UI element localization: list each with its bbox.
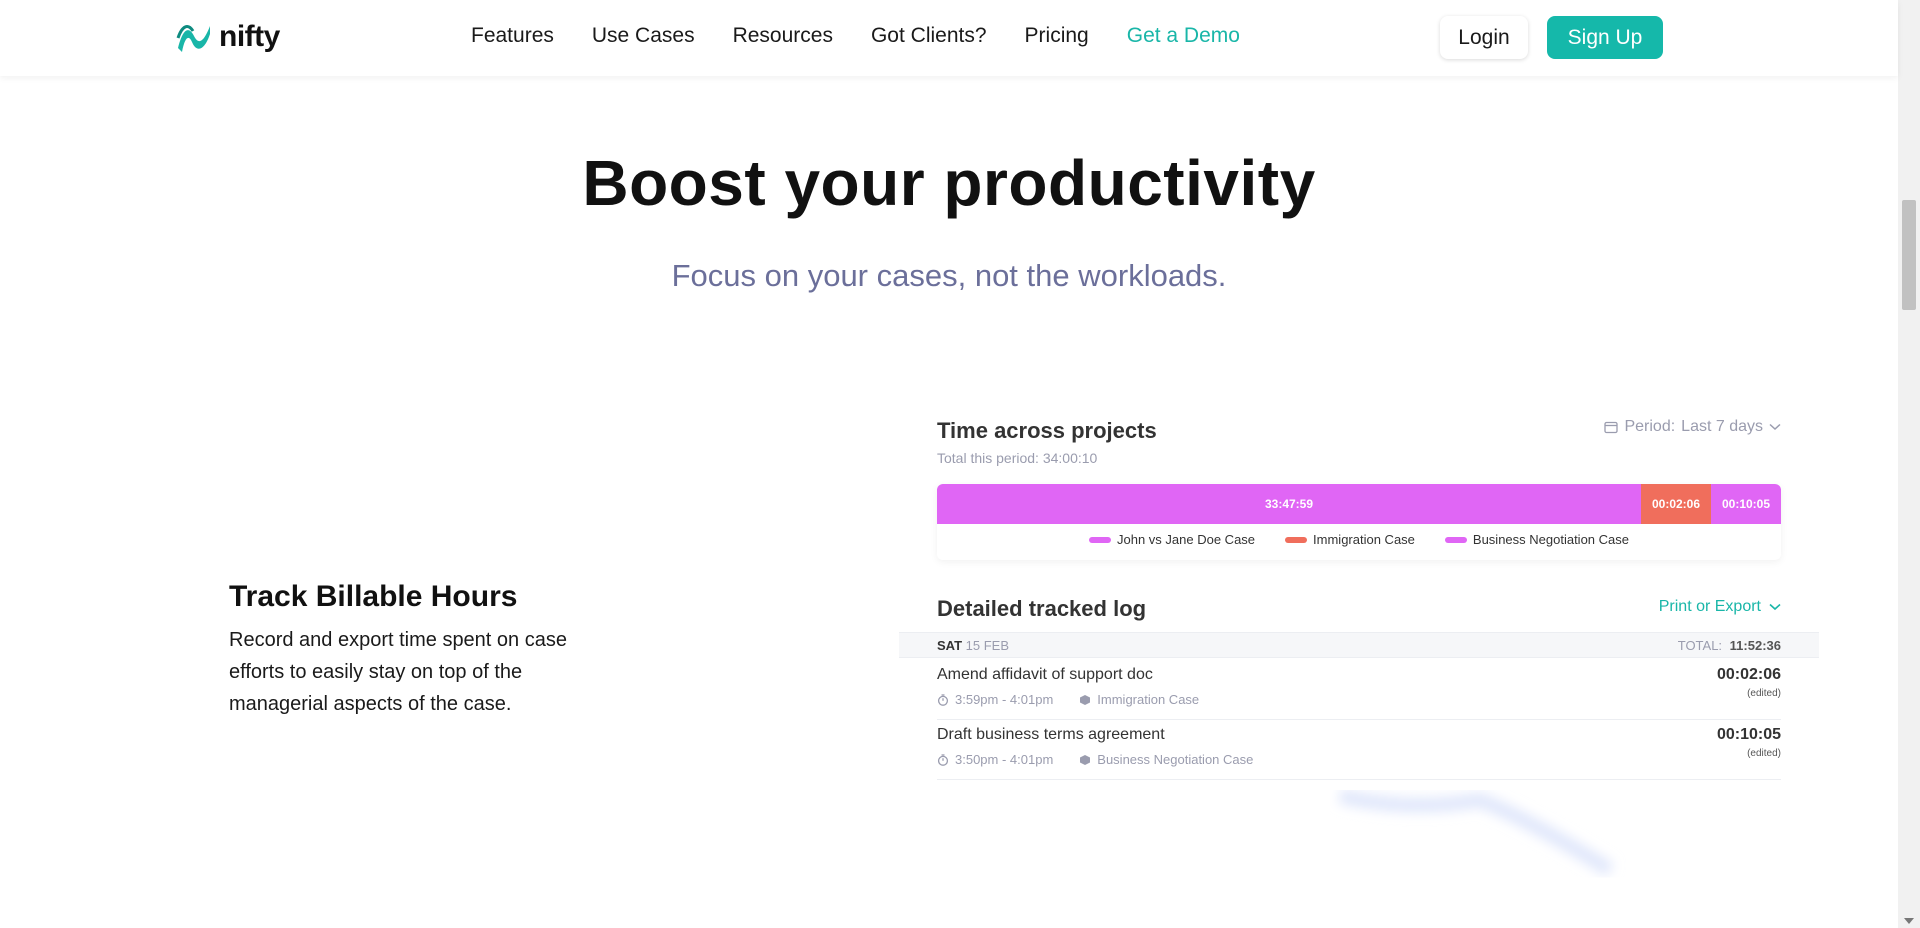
- period-label: Period:: [1624, 418, 1676, 435]
- legend-item: Business Negotiation Case: [1444, 532, 1629, 547]
- log-entry[interactable]: Amend affidavit of support doc 3:59pm - …: [937, 660, 1781, 720]
- chart-legend: John vs Jane Doe Case Immigration Case Bus…: [937, 532, 1781, 547]
- hero-subtitle: Focus on your cases, not the workloads.: [671, 258, 1227, 293]
- sign-up-button[interactable]: Sign Up: [1547, 16, 1663, 59]
- time-chart: 33:47:59 00:02:06 00:10:05 John vs Jane Do…: [937, 484, 1781, 560]
- decorative-shadow: [1338, 790, 1614, 876]
- legend-item: John vs Jane Doe Case: [1089, 532, 1255, 547]
- nifty-logo-icon: [176, 25, 210, 52]
- bar-segment-label: 33:47:59: [1264, 497, 1314, 511]
- period-selector[interactable]: Period: Last 7 days: [1604, 418, 1781, 436]
- day-weekday: SAT: [937, 638, 963, 653]
- scroll-down-arrow-icon[interactable]: [1904, 918, 1914, 924]
- feature-description: Record and export time spent on case eff…: [229, 629, 567, 715]
- day-label: SAT 15 FEB: [937, 638, 1009, 653]
- period-value: Last 7 days: [1681, 418, 1763, 435]
- export-label: Print or Export: [1658, 598, 1761, 615]
- print-or-export-button[interactable]: Print or Export: [1659, 598, 1781, 616]
- entry-title: Draft business terms agreement: [937, 726, 1165, 743]
- nav-get-a-demo[interactable]: Get a Demo: [1127, 24, 1240, 48]
- legend-label: Business Negotiation Case: [1472, 532, 1629, 547]
- logo[interactable]: nifty: [175, 18, 280, 56]
- nav-features[interactable]: Features: [471, 24, 554, 48]
- scrollbar-thumb[interactable]: [1902, 200, 1916, 310]
- day-total-label: TOTAL:: [1677, 638, 1723, 653]
- bar-segment: 33:47:59: [937, 484, 1641, 524]
- bar-segment-label: 00:10:05: [1721, 497, 1771, 511]
- entry-time: 3:50pm - 4:01pm: [955, 752, 1054, 767]
- page-scrollbar[interactable]: [1898, 0, 1920, 928]
- login-button[interactable]: Login: [1440, 16, 1528, 59]
- main-nav: Features Use Cases Resources Got Clients…: [471, 24, 1240, 48]
- day-total-value: 11:52:36: [1729, 638, 1781, 653]
- hero-title: Boost your productivity: [582, 147, 1316, 219]
- entry-title: Amend affidavit of support doc: [937, 666, 1153, 683]
- log-title: Detailed tracked log: [937, 596, 1147, 621]
- entry-duration: 00:02:06: [1716, 666, 1781, 683]
- legend-item: Immigration Case: [1285, 532, 1415, 547]
- nav-use-cases[interactable]: Use Cases: [592, 24, 695, 48]
- calendar-icon: [1604, 421, 1619, 434]
- feature-title: Track Billable Hours: [229, 580, 518, 613]
- day-date: 15 FEB: [965, 638, 1010, 653]
- stopwatch-icon: [937, 693, 949, 706]
- entry-duration: 00:10:05: [1716, 726, 1781, 743]
- bar-segment: 00:02:06: [1641, 484, 1711, 524]
- nav-got-clients[interactable]: Got Clients?: [871, 24, 987, 48]
- entry-edited-note: (edited): [1747, 748, 1781, 759]
- stacked-bar: 33:47:59 00:02:06 00:10:05: [937, 484, 1781, 524]
- stopwatch-icon: [937, 753, 949, 766]
- entry-meta: 3:59pm - 4:01pm Immigration Case: [937, 692, 1199, 707]
- nav-pricing[interactable]: Pricing: [1025, 24, 1089, 48]
- entry-meta: 3:50pm - 4:01pm Business Negotiation Cas…: [937, 752, 1253, 767]
- bar-segment: 00:10:05: [1711, 484, 1781, 524]
- entry-project: Business Negotiation Case: [1097, 752, 1254, 767]
- entry-project: Immigration Case: [1097, 692, 1200, 707]
- logo-text: nifty: [219, 20, 280, 53]
- day-total: TOTAL: 11:52:36: [1678, 638, 1781, 653]
- time-card-title: Time across projects: [937, 418, 1157, 443]
- legend-swatch: [1089, 536, 1111, 543]
- chevron-down-icon: [1769, 423, 1781, 431]
- nav-resources[interactable]: Resources: [733, 24, 833, 48]
- legend-swatch: [1285, 536, 1308, 543]
- cube-icon: [1080, 694, 1091, 705]
- period-total: Total this period: 34:00:10: [937, 450, 1098, 466]
- cube-icon: [1080, 754, 1091, 765]
- log-entry[interactable]: Draft business terms agreement 3:50pm - …: [937, 720, 1781, 780]
- legend-swatch: [1444, 536, 1467, 543]
- entry-edited-note: (edited): [1747, 688, 1781, 699]
- entry-time: 3:59pm - 4:01pm: [955, 692, 1054, 707]
- bar-segment-label: 00:02:06: [1651, 497, 1701, 511]
- top-nav-bar: nifty Features Use Cases Resources Got C…: [0, 0, 1898, 76]
- day-header-row: SAT 15 FEB TOTAL: 11:52:36: [899, 632, 1819, 658]
- chevron-down-icon: [1769, 603, 1781, 611]
- legend-label: Immigration Case: [1313, 532, 1415, 547]
- legend-label: John vs Jane Doe Case: [1117, 532, 1256, 547]
